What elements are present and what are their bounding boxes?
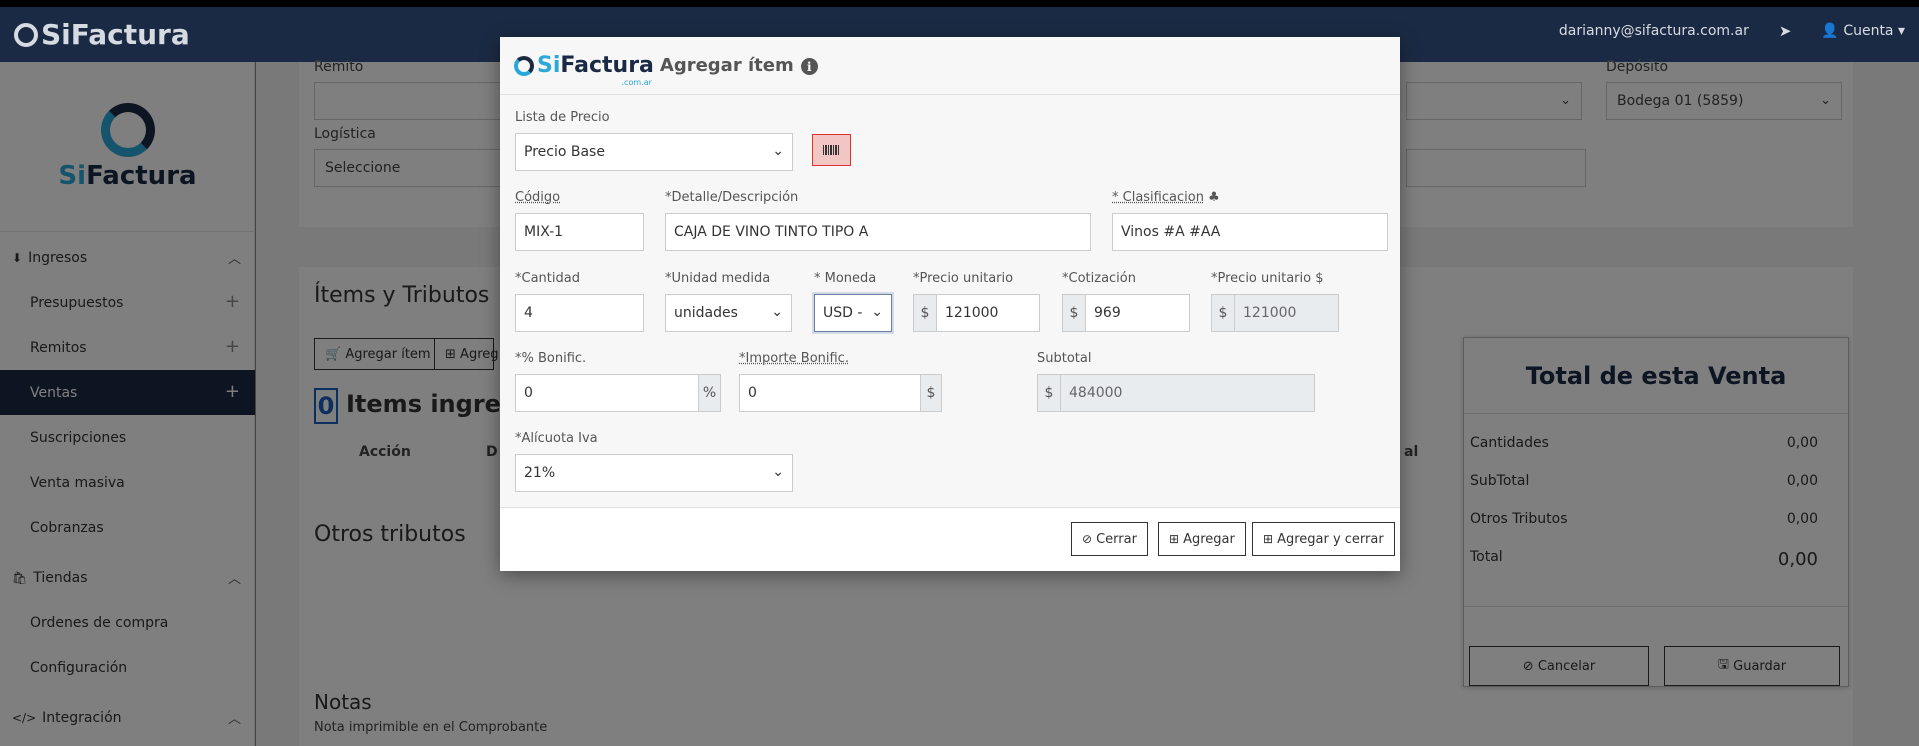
add-item-modal: Si Factura .com.ar Agregar ítem i Lista d… [500, 37, 1400, 571]
moneda-select[interactable]: USD - ⌄ [814, 294, 892, 332]
subtotal-input: 484000 [1060, 374, 1315, 412]
detalle-input[interactable]: CAJA DE VINO TINTO TIPO A [665, 213, 1091, 251]
add-label: Agregar [1183, 531, 1235, 547]
importe-bonif-label: *Importe Bonific. [739, 351, 849, 366]
account-menu[interactable]: 👤 Cuenta ▾ [1821, 23, 1905, 39]
logo-si: Si [537, 53, 561, 78]
chevron-down-icon: ⌄ [771, 304, 783, 320]
ban-icon: ⊘ [1082, 532, 1093, 546]
precio-unitario-label: *Precio unitario [913, 271, 1014, 286]
currency-addon: $ [913, 294, 937, 332]
lista-precio-select[interactable]: Precio Base ⌄ [515, 133, 793, 171]
close-label: Cerrar [1096, 531, 1137, 547]
alicuota-value: 21% [524, 465, 556, 481]
unidad-label: *Unidad medida [665, 271, 771, 286]
precio-unitario-ars-input: 121000 [1234, 294, 1339, 332]
close-button[interactable]: ⊘ Cerrar [1071, 522, 1148, 556]
bonif-pct-input[interactable]: 0 [515, 374, 699, 412]
alicuota-label: *Alícuota Iva [515, 431, 598, 446]
subtotal-label: Subtotal [1037, 351, 1092, 366]
unidad-value: unidades [674, 305, 738, 321]
cotizacion-label: *Cotización [1062, 271, 1136, 286]
tree-icon: ♣ [1208, 190, 1220, 205]
chevron-down-icon: ⌄ [772, 143, 784, 159]
cantidad-label: *Cantidad [515, 271, 580, 286]
currency-addon: $ [1062, 294, 1086, 332]
lista-precio-value: Precio Base [524, 144, 605, 160]
lista-precio-label: Lista de Precio [515, 110, 610, 125]
add-button[interactable]: ⊞ Agregar [1158, 522, 1246, 556]
top-right-menu: darianny@sifactura.com.ar ➤ 👤 Cuenta ▾ [1559, 22, 1905, 40]
moneda-label: * Moneda [814, 271, 877, 286]
clasificacion-input[interactable]: Vinos #A #AA [1112, 213, 1388, 251]
codigo-label: Código [515, 190, 561, 205]
moneda-value: USD - [823, 305, 863, 321]
info-icon[interactable]: i [800, 58, 818, 75]
codigo-input[interactable]: MIX-1 [515, 213, 644, 251]
modal-logo: Si Factura .com.ar [514, 53, 654, 87]
plus-square-icon: ⊞ [1263, 532, 1274, 546]
logo-ring-icon [14, 22, 38, 47]
brand-name: SiFactura [41, 18, 190, 51]
logo-ring-icon [514, 55, 534, 76]
clasificacion-label-wrap: * Clasificacion ♣ [1112, 190, 1220, 205]
alicuota-select[interactable]: 21% ⌄ [515, 454, 793, 492]
importe-bonif-input[interactable]: 0 [739, 374, 921, 412]
send-icon[interactable]: ➤ [1779, 22, 1792, 40]
clasificacion-label: * Clasificacion [1112, 190, 1204, 205]
chevron-down-icon: ⌄ [772, 464, 784, 480]
modal-header: Si Factura .com.ar Agregar ítem i [500, 37, 1400, 95]
currency-addon: $ [1211, 294, 1235, 332]
add-and-close-button[interactable]: ⊞ Agregar y cerrar [1252, 522, 1395, 556]
user-email[interactable]: darianny@sifactura.com.ar [1559, 23, 1749, 39]
barcode-button[interactable] [812, 134, 851, 166]
percent-addon: % [698, 374, 721, 412]
modal-title: Agregar ítem [659, 55, 794, 76]
logo-factura: Factura [560, 53, 654, 78]
add-and-close-label: Agregar y cerrar [1277, 531, 1384, 547]
precio-unitario-ars-label: *Precio unitario $ [1211, 271, 1324, 286]
currency-addon: $ [1037, 374, 1061, 412]
currency-addon: $ [920, 374, 942, 412]
precio-unitario-input[interactable]: 121000 [936, 294, 1040, 332]
chevron-down-icon: ⌄ [871, 304, 883, 320]
brand-logo[interactable]: SiFactura [14, 18, 190, 51]
user-icon: 👤 [1821, 23, 1839, 39]
detalle-label: *Detalle/Descripción [665, 190, 799, 205]
bonif-pct-label: *% Bonific. [515, 351, 587, 366]
modal-footer: ⊘ Cerrar ⊞ Agregar ⊞ Agregar y cerrar [500, 507, 1400, 571]
barcode-icon [823, 145, 840, 155]
caret-down-icon: ▾ [1897, 23, 1905, 39]
top-strip [0, 0, 1919, 7]
unidad-select[interactable]: unidades ⌄ [665, 294, 792, 332]
cotizacion-input[interactable]: 969 [1085, 294, 1190, 332]
cantidad-input[interactable]: 4 [515, 294, 644, 332]
logo-com: .com.ar [621, 78, 652, 87]
plus-square-icon: ⊞ [1169, 532, 1180, 546]
account-label: Cuenta [1843, 23, 1894, 39]
